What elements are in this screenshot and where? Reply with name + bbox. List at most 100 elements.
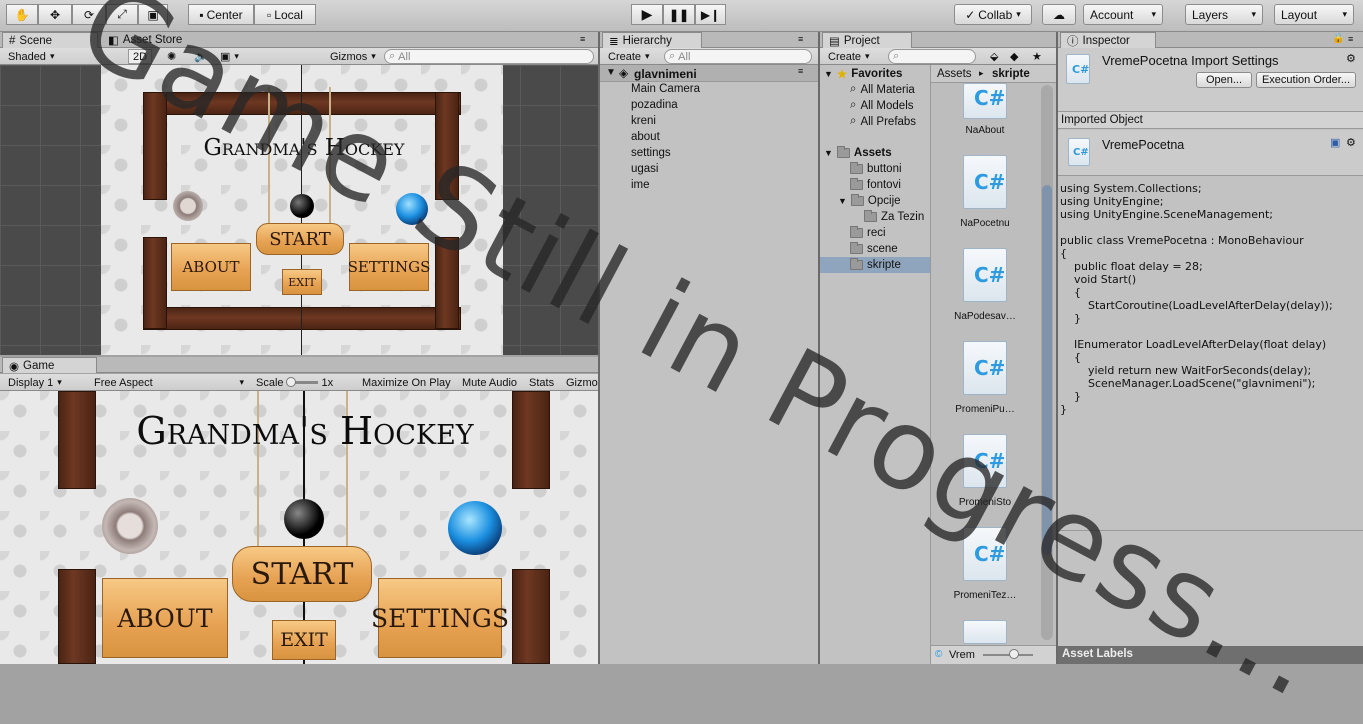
pause-button[interactable]: ❚❚ (663, 4, 695, 25)
game-gizmos-dropdown[interactable]: Gizmo (562, 375, 602, 390)
footer-selected-label: Vrem (949, 649, 975, 661)
folder-item[interactable]: Za Tezin (864, 210, 925, 223)
help-book-icon[interactable]: ▣ (1330, 136, 1340, 149)
csharp-file-icon[interactable] (963, 620, 1007, 644)
scale-slider[interactable] (285, 377, 318, 387)
folder-item[interactable]: ▼ Opcije (838, 194, 901, 207)
favorite-item[interactable]: ⌕ All Materia (850, 83, 915, 96)
hierarchy-item[interactable]: kreni (631, 115, 656, 127)
layout-dropdown[interactable]: Layout (1274, 4, 1354, 25)
game-about-button[interactable]: ABOUT (102, 578, 228, 658)
inspector-menu-icon[interactable]: ≡ (1348, 34, 1353, 44)
hierarchy-item[interactable]: settings (631, 147, 671, 159)
audio-icon[interactable]: 🔈 (190, 49, 212, 64)
maximize-on-play-toggle[interactable]: Maximize On Play (358, 375, 455, 390)
pivot-center-button[interactable]: ▪ Center (188, 4, 254, 25)
layers-dropdown[interactable]: Layers (1185, 4, 1263, 25)
hierarchy-search-input[interactable]: ⌕ All (664, 49, 812, 64)
hierarchy-create-dropdown[interactable]: Create (604, 49, 654, 64)
icon-size-slider-thumb[interactable] (1009, 649, 1019, 659)
csharp-file-icon[interactable]: C# (963, 155, 1007, 209)
scale-slider-thumb[interactable] (285, 377, 296, 387)
gizmos-dropdown[interactable]: Gizmos (326, 49, 380, 64)
scene-view[interactable]: Grandma's Hockey START ABOUT SETTINGS EX… (0, 65, 598, 355)
tab-scene[interactable]: # Scene (2, 32, 98, 48)
csharp-file-icon[interactable]: C# (963, 248, 1007, 302)
component-gear-icon[interactable]: ⚙ (1346, 136, 1356, 149)
scale-tool-icon[interactable]: ⤢ (106, 4, 138, 25)
assets-header[interactable]: ▼ Assets (824, 146, 892, 159)
expand-arrow-icon[interactable]: ▼ (606, 67, 616, 78)
folder-item[interactable]: fontovi (850, 178, 901, 191)
hierarchy-item[interactable]: about (631, 131, 660, 143)
tab-game[interactable]: ◉ Game (2, 357, 97, 373)
cloud-button[interactable]: ☁ (1042, 4, 1076, 25)
scale-control[interactable]: Scale 1x (252, 375, 337, 390)
hierarchy-item[interactable]: Main Camera (631, 83, 700, 95)
game-exit-button[interactable]: EXIT (272, 620, 336, 660)
files-scrollbar-thumb[interactable] (1042, 185, 1052, 555)
space-local-button[interactable]: ▫ Local (254, 4, 316, 25)
csharp-file-icon[interactable]: C# (963, 83, 1007, 119)
panel-menu-icon[interactable]: ≡ (580, 34, 585, 44)
project-create-dropdown[interactable]: Create (824, 49, 874, 64)
rotate-tool-icon[interactable]: ⟳ (72, 4, 106, 25)
folder-item[interactable]: scene (850, 242, 898, 255)
shading-dropdown[interactable]: Shaded (4, 49, 122, 64)
hierarchy-item[interactable]: pozadina (631, 99, 678, 111)
mute-audio-toggle[interactable]: Mute Audio (458, 375, 521, 390)
settings-gear-icon[interactable]: ⚙ (1346, 52, 1356, 65)
favorites-header[interactable]: ▼ ★ Favorites (824, 67, 902, 81)
asset-labels-bar[interactable]: Asset Labels (1058, 646, 1363, 664)
tab-asset-store[interactable]: ◧ Asset Store (102, 32, 212, 48)
play-button[interactable]: ▶ (631, 4, 663, 25)
csharp-file-icon[interactable]: C# (963, 341, 1007, 395)
execution-order-button[interactable]: Execution Order... (1256, 72, 1356, 88)
tab-hierarchy[interactable]: ≣ Hierarchy (602, 32, 702, 48)
folder-item[interactable]: buttoni (850, 162, 902, 175)
file-label: NaPodesav… (954, 311, 1016, 322)
folder-label: Za Tezin (881, 211, 925, 223)
collab-dropdown[interactable]: ✓ Collab (954, 4, 1032, 25)
csharp-file-icon[interactable]: C# (963, 527, 1007, 581)
favorite-item[interactable]: ⌕ All Prefabs (850, 115, 916, 128)
stats-toggle[interactable]: Stats (525, 375, 558, 390)
open-button[interactable]: Open... (1196, 72, 1252, 88)
scene-menu-icon[interactable]: ≡ (798, 66, 803, 76)
breadcrumb-arrow-icon: ▸ (979, 68, 984, 78)
hand-tool-icon[interactable]: ✋ (6, 4, 38, 25)
breadcrumb-root[interactable]: Assets (937, 68, 972, 80)
favorite-item[interactable]: ⌕ All Models (850, 99, 914, 112)
hierarchy-item[interactable]: ime (631, 179, 650, 191)
game-view[interactable]: Grandma's Hockey START ABOUT SETTINGS EX… (0, 391, 598, 664)
icon-size-slider[interactable] (983, 654, 1033, 656)
tab-inspector[interactable]: ⓘ Inspector (1060, 32, 1156, 48)
filter-type-icon[interactable]: ⬙ (986, 49, 1002, 64)
2d-toggle[interactable]: 2D (128, 49, 153, 64)
lighting-icon[interactable]: ✺ (163, 49, 180, 64)
csharp-file-icon[interactable]: C# (963, 434, 1007, 488)
folder-item[interactable]: reci (850, 226, 886, 239)
scene-search-input[interactable]: ⌕ All (384, 49, 594, 64)
project-search-input[interactable]: ⌕ (888, 49, 976, 64)
game-start-button[interactable]: START (232, 546, 372, 602)
tab-project[interactable]: ▤ Project (822, 32, 912, 48)
hierarchy-menu-icon[interactable]: ≡ (798, 34, 803, 44)
account-dropdown[interactable]: Account (1083, 4, 1163, 25)
files-scrollbar[interactable] (1041, 85, 1053, 640)
hierarchy-item[interactable]: ugasi (631, 163, 659, 175)
inspector-tab-label: Inspector (1082, 34, 1130, 47)
move-tool-icon[interactable]: ✥ (38, 4, 72, 25)
effects-icon[interactable]: ▣ (216, 49, 243, 64)
game-settings-button[interactable]: SETTINGS (371, 578, 509, 658)
display-dropdown[interactable]: Display 1 (4, 375, 86, 390)
lock-icon[interactable]: 🔒 (1332, 33, 1344, 44)
folder-item-selected[interactable]: skripte (850, 258, 901, 271)
favorite-star-icon[interactable]: ★ (1028, 49, 1046, 64)
filter-label-icon[interactable]: ◆ (1006, 49, 1022, 64)
rect-tool-icon[interactable]: ▣ (138, 4, 168, 25)
step-button[interactable]: ▶❙ (695, 4, 726, 25)
breadcrumb-current[interactable]: skripte (992, 68, 1030, 80)
hierarchy-scene-row[interactable]: ▼ ◈ glavnimeni ≡ (600, 65, 818, 82)
aspect-dropdown[interactable]: Free Aspect (90, 375, 248, 390)
